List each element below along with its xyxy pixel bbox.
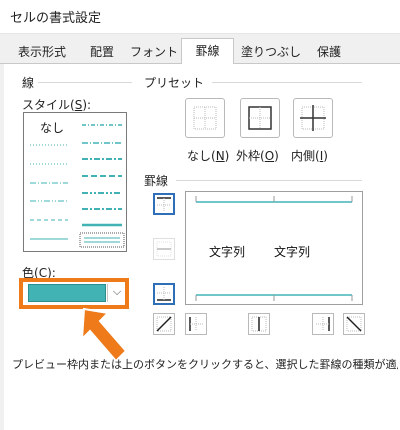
preset-inside-label: 内側(I) [291, 149, 328, 163]
border-top-button[interactable] [153, 193, 175, 215]
border-inside-vertical-icon [251, 316, 267, 332]
preset-none-icon [193, 106, 217, 130]
preset-inside-button[interactable] [293, 98, 333, 138]
border-group-title: 罫線 [144, 174, 169, 188]
preview-text-left: 文字列 [209, 245, 246, 259]
hint-text: プレビュー枠内または上のボタンをクリックすると、選択した罫線の種類が適用されます… [12, 358, 398, 371]
dialog-titlebar: セルの書式設定 [0, 0, 400, 34]
border-group-divider [176, 180, 362, 181]
border-right-icon [316, 317, 330, 331]
line-style-swatches[interactable] [24, 113, 128, 253]
dialog-title: セルの書式設定 [10, 11, 102, 26]
border-left-icon [189, 317, 203, 331]
preset-outline-icon [248, 106, 272, 130]
border-diagonal-up-button[interactable] [153, 313, 175, 335]
tab-alignment[interactable]: 配置 [80, 42, 124, 64]
preset-group-divider [212, 82, 362, 83]
tab-font[interactable]: フォント [130, 42, 178, 64]
border-inside-horizontal-button[interactable] [153, 238, 175, 260]
diagonal-down-icon [346, 316, 362, 332]
chevron-down-icon[interactable]: ⌵ [107, 284, 126, 302]
line-style-list[interactable]: なし [23, 112, 127, 252]
preview-text-right: 文字列 [274, 245, 311, 259]
line-group-title: 線 [22, 76, 35, 90]
style-label: スタイル(S): [22, 98, 92, 112]
border-inside-vertical-button[interactable] [248, 313, 270, 335]
border-bottom-button[interactable] [153, 283, 175, 305]
tab-protection[interactable]: 保護 [308, 42, 350, 64]
border-right-button[interactable] [312, 313, 334, 335]
preset-inside-icon [300, 105, 326, 131]
tab-fill[interactable]: 塗りつぶし [240, 42, 302, 64]
tab-number-format[interactable]: 表示形式 [10, 42, 74, 64]
border-top-icon [157, 197, 171, 211]
preset-none-label: なし(N) [187, 149, 230, 163]
preset-outline-label: 外枠(O) [236, 149, 279, 163]
preset-none-button[interactable] [185, 98, 225, 138]
preset-group-title: プリセット [144, 76, 205, 90]
color-dropdown[interactable] [28, 284, 106, 302]
border-left-button[interactable] [185, 313, 207, 335]
preset-outline-button[interactable] [240, 98, 280, 138]
tab-border[interactable]: 罫線 [181, 38, 234, 65]
line-group-divider [38, 82, 132, 83]
border-bottom-icon [157, 287, 171, 301]
border-inside-horizontal-icon [156, 241, 172, 257]
diagonal-up-icon [156, 316, 172, 332]
tab-strip: 表示形式 配置 フォント 罫線 塗りつぶし 保護 [0, 38, 400, 65]
border-diagonal-down-button[interactable] [343, 313, 365, 335]
